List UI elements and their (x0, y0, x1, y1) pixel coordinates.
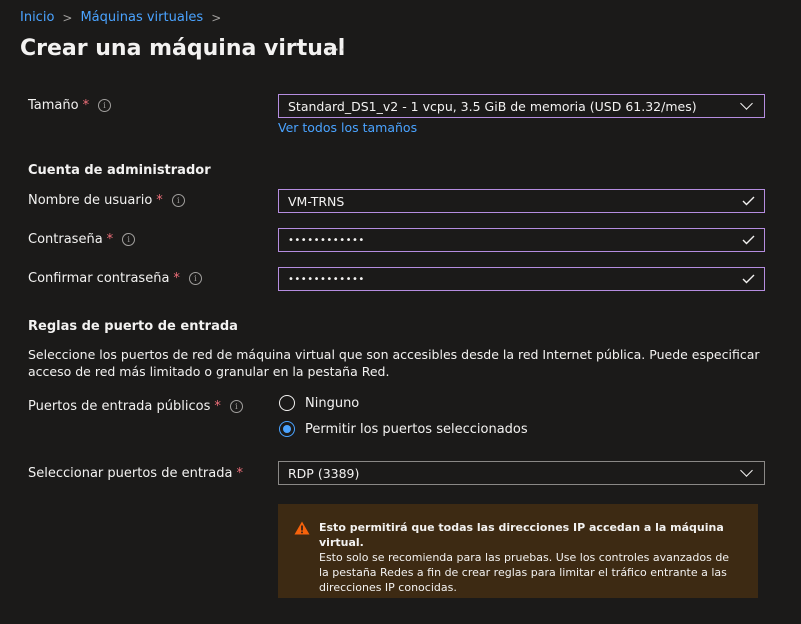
more-options-button[interactable]: ··· (328, 40, 346, 59)
info-icon[interactable]: i (188, 272, 202, 285)
password-label-text: Contraseña (28, 232, 103, 247)
confirm-password-input[interactable]: •••••••••••• (278, 267, 765, 291)
warning-message: Esto permitirá que todas las direcciones… (278, 504, 758, 598)
username-label-text: Nombre de usuario (28, 193, 153, 208)
radio-option-label: Permitir los puertos seleccionados (305, 421, 528, 437)
chevron-down-icon (740, 464, 753, 477)
info-icon[interactable]: i (171, 194, 185, 207)
warning-icon (294, 521, 310, 539)
breadcrumb-virtual-machines-link[interactable]: Máquinas virtuales (80, 10, 203, 25)
username-label: Nombre de usuario * i (28, 193, 185, 208)
required-asterisk: * (106, 232, 114, 247)
username-input[interactable]: VM-TRNS (278, 189, 765, 213)
password-value: •••••••••••• (288, 234, 365, 246)
password-label: Contraseña * i (28, 232, 136, 247)
page-title: Crear una máquina virtual (20, 36, 346, 61)
public-ports-label-text: Puertos de entrada públicos (28, 399, 211, 414)
select-ports-label: Seleccionar puertos de entrada * (28, 466, 243, 481)
warning-title: Esto permitirá que todas las direcciones… (319, 521, 724, 549)
required-asterisk: * (214, 399, 221, 414)
breadcrumb-separator: > (62, 10, 73, 25)
required-asterisk: * (156, 193, 163, 208)
public-ports-label: Puertos de entrada públicos * i (28, 399, 243, 414)
password-input[interactable]: •••••••••••• (278, 228, 765, 252)
size-dropdown[interactable]: Standard_DS1_v2 - 1 vcpu, 3.5 GiB de mem… (278, 94, 765, 118)
radio-unselected-icon[interactable] (279, 395, 295, 411)
confirm-password-value: •••••••••••• (288, 273, 365, 285)
required-asterisk: * (173, 271, 180, 286)
admin-account-heading: Cuenta de administrador (28, 163, 211, 178)
inbound-rules-heading: Reglas de puerto de entrada (28, 319, 238, 334)
radio-option-label: Ninguno (305, 395, 360, 411)
checkmark-icon (742, 196, 755, 206)
checkmark-icon (742, 235, 755, 245)
inbound-rules-description: Seleccione los puertos de red de máquina… (28, 347, 760, 379)
inbound-ports-value: RDP (3389) (288, 465, 360, 481)
required-asterisk: * (82, 98, 90, 113)
warning-body: Esto solo se recomienda para las pruebas… (319, 551, 730, 594)
size-dropdown-value: Standard_DS1_v2 - 1 vcpu, 3.5 GiB de mem… (288, 98, 697, 114)
username-value: VM-TRNS (288, 193, 345, 209)
confirm-password-label-text: Confirmar contraseña (28, 271, 170, 286)
info-icon[interactable]: i (229, 400, 243, 413)
size-label: Tamaño * i (28, 98, 112, 113)
breadcrumb-home-link[interactable]: Inicio (20, 10, 54, 25)
radio-option-none[interactable]: Ninguno (279, 395, 359, 411)
breadcrumb: Inicio > Máquinas virtuales > (20, 10, 229, 25)
radio-selected-icon[interactable] (279, 421, 295, 437)
select-ports-label-text: Seleccionar puertos de entrada (28, 466, 233, 481)
info-icon[interactable]: i (98, 99, 112, 112)
size-label-text: Tamaño (28, 98, 79, 113)
inbound-ports-dropdown[interactable]: RDP (3389) (278, 461, 765, 485)
see-all-sizes-link[interactable]: Ver todos los tamaños (278, 120, 417, 135)
confirm-password-label: Confirmar contraseña * i (28, 271, 202, 286)
info-icon[interactable]: i (122, 233, 136, 246)
breadcrumb-separator: > (211, 10, 222, 25)
checkmark-icon (742, 274, 755, 284)
radio-option-allow-selected[interactable]: Permitir los puertos seleccionados (279, 421, 528, 437)
required-asterisk: * (236, 466, 243, 481)
chevron-down-icon (740, 97, 753, 110)
